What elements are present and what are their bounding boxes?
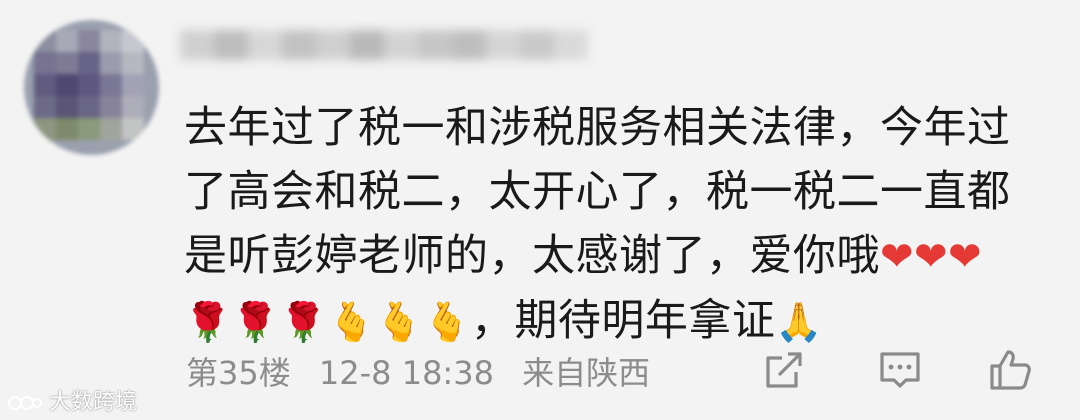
comment-icon bbox=[880, 352, 920, 388]
avatar-pixel bbox=[122, 52, 144, 74]
comment-line-2: 了高会和税二，太开心了，税一税二一直都 bbox=[184, 167, 1011, 217]
avatar-pixel bbox=[122, 96, 144, 118]
avatar-pixel bbox=[78, 74, 100, 96]
username-pixel bbox=[418, 30, 452, 60]
comment-datetime: 12-8 18:38 bbox=[318, 354, 494, 392]
finger-heart-emoji-group: 🫰🫰🫰 bbox=[327, 300, 471, 344]
avatar-pixel bbox=[34, 118, 56, 140]
reply-button[interactable] bbox=[876, 346, 924, 394]
comment-line-3: 是听彭婷老师的，太感谢了，爱你哦❤❤❤ bbox=[184, 224, 1054, 289]
avatar-pixel bbox=[122, 74, 144, 96]
username-pixel bbox=[316, 30, 350, 60]
avatar-pixel bbox=[100, 52, 122, 74]
avatar-pixel bbox=[78, 118, 100, 140]
comment-line-4: 🌹🌹🌹🫰🫰🫰，期待明年拿证🙏 bbox=[184, 289, 1054, 354]
share-icon bbox=[766, 352, 802, 388]
avatar-pixel bbox=[78, 52, 100, 74]
watermark-text: 大数跨境 bbox=[49, 390, 138, 415]
username-pixel bbox=[520, 30, 554, 60]
avatar-pixel bbox=[56, 52, 78, 74]
avatar[interactable] bbox=[24, 20, 159, 155]
heart-emoji-group: ❤❤❤ bbox=[880, 234, 983, 280]
username-pixel bbox=[248, 30, 282, 60]
like-button[interactable] bbox=[986, 346, 1034, 394]
comment-card: 去年过了税一和涉税服务相关法律，今年过 了高会和税二，太开心了，税一税二一直都 … bbox=[0, 0, 1080, 420]
username-pixel bbox=[282, 30, 316, 60]
avatar-pixel bbox=[78, 96, 100, 118]
comment-line-4-text: ，期待明年拿证 bbox=[470, 296, 776, 346]
floor-number: 第35楼 bbox=[186, 354, 291, 392]
avatar-pixel bbox=[34, 52, 56, 74]
avatar-pixel bbox=[56, 74, 78, 96]
watermark: 大数跨境 bbox=[8, 384, 137, 416]
comment-line-1: 去年过了税一和涉税服务相关法律，今年过 bbox=[184, 103, 1011, 153]
avatar-pixel bbox=[56, 96, 78, 118]
avatar-pixel bbox=[122, 30, 144, 52]
username-pixel bbox=[350, 30, 384, 60]
username-pixel bbox=[486, 30, 520, 60]
avatar-pixel bbox=[34, 74, 56, 96]
thumbs-up-icon bbox=[990, 350, 1031, 390]
comment-location: 来自陕西 bbox=[522, 354, 651, 392]
avatar-pixel bbox=[122, 118, 144, 140]
comment-actions bbox=[760, 346, 1060, 398]
username-pixel bbox=[384, 30, 418, 60]
avatar-pixel bbox=[56, 118, 78, 140]
avatar-pixel bbox=[100, 96, 122, 118]
comment-text: 去年过了税一和涉税服务相关法律，今年过 了高会和税二，太开心了，税一税二一直都 … bbox=[184, 96, 1054, 354]
avatar-pixel bbox=[34, 30, 56, 52]
avatar-pixel bbox=[100, 118, 122, 140]
avatar-pixel bbox=[56, 30, 78, 52]
username-pixel bbox=[214, 30, 248, 60]
comment-meta: 第35楼 12-8 18:38 来自陕西 bbox=[186, 348, 668, 394]
username-blurred[interactable] bbox=[180, 24, 600, 66]
avatar-pixel bbox=[78, 30, 100, 52]
pray-emoji: 🙏 bbox=[775, 300, 824, 344]
username-pixel bbox=[452, 30, 486, 60]
comment-line-3-text: 是听彭婷老师的，太感谢了，爱你哦 bbox=[184, 231, 880, 281]
username-pixel bbox=[180, 30, 214, 60]
avatar-pixel bbox=[100, 74, 122, 96]
watermark-logo-icon bbox=[8, 396, 42, 410]
avatar-pixel bbox=[100, 30, 122, 52]
rose-emoji-group: 🌹🌹🌹 bbox=[184, 300, 328, 344]
username-pixel bbox=[554, 30, 588, 60]
share-button[interactable] bbox=[760, 346, 808, 394]
avatar-pixel bbox=[34, 96, 56, 118]
